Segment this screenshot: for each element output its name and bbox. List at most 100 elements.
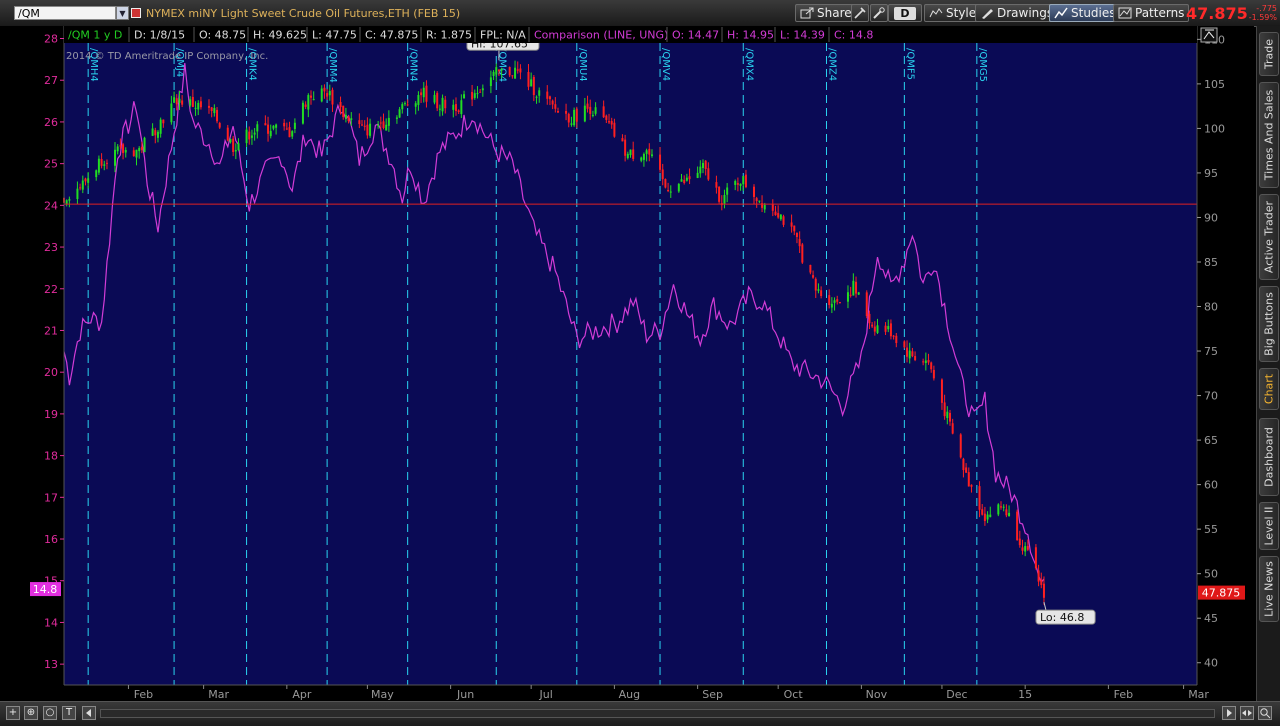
net-change: -.775 (1256, 4, 1277, 13)
candle-body (911, 351, 914, 357)
expiration-label: /QMN4 (408, 48, 419, 82)
studies-button[interactable]: Studies (1049, 4, 1121, 22)
patterns-label: Patterns (1135, 6, 1185, 20)
right-tick-label: 40 (1204, 657, 1218, 670)
tab-dashboard[interactable]: Dashboard (1259, 418, 1279, 496)
info-open: O: 48.75 (199, 29, 246, 42)
candle-body (849, 294, 852, 296)
tab-active-trader[interactable]: Active Trader (1259, 194, 1279, 280)
candle-body (395, 117, 398, 119)
candle-body (406, 104, 409, 106)
time-scrollbar[interactable] (100, 709, 1215, 718)
left-tick-label: 13 (44, 658, 58, 671)
right-tick-label: 80 (1204, 301, 1218, 314)
aggregation-button[interactable]: D (888, 4, 922, 22)
candle-body (983, 513, 986, 522)
bottom-search-button[interactable] (1258, 706, 1272, 720)
style-button[interactable]: Style (924, 4, 982, 22)
drawings-button[interactable]: Drawings (975, 4, 1059, 22)
tab-times-and-sales[interactable]: Times And Sales (1259, 82, 1279, 188)
candle-body (943, 402, 946, 417)
candle-body (742, 176, 745, 185)
candle-body (777, 213, 780, 218)
left-tick-label: 16 (44, 533, 58, 546)
patterns-button[interactable]: Patterns (1113, 4, 1190, 22)
chart-settings-button[interactable] (1200, 27, 1218, 43)
symbol-menu-icon[interactable] (131, 8, 141, 18)
tab-chart[interactable]: Chart (1259, 368, 1279, 410)
candle-body (87, 178, 90, 183)
left-tick-label: 24 (44, 199, 58, 212)
candle-body (304, 104, 307, 107)
candle-body (594, 107, 597, 114)
left-tick-label: 26 (44, 116, 58, 129)
candle-body (707, 168, 710, 180)
candle-body (124, 150, 127, 153)
candle-body (272, 125, 275, 129)
info-symbol-period: /QM 1 y D (68, 29, 122, 42)
zoom-in-button[interactable]: ⊕ (24, 706, 38, 720)
share-button[interactable]: Share (795, 4, 857, 22)
candle-body (763, 204, 766, 210)
candle-body (573, 109, 576, 126)
symbol-dropdown-icon[interactable]: ▼ (116, 6, 129, 20)
symbol-input[interactable]: /QM (14, 6, 116, 20)
scroll-left-button[interactable] (82, 706, 96, 720)
chart-area[interactable]: /QMH4/QMJ4/QMK4/QMM4/QMN4/QMQ4/QMU4/QMV4… (0, 26, 1254, 701)
candle-body (387, 117, 390, 126)
expiration-label: /QMU4 (577, 48, 588, 82)
info-cmp-high: H: 14.95 (727, 29, 774, 42)
tab-level-ii[interactable]: Level II (1259, 502, 1279, 550)
expiration-label: /QMX4 (743, 48, 754, 81)
crosshair-tool-button[interactable] (851, 4, 869, 22)
candle-body (103, 164, 106, 166)
pan-button[interactable]: + (6, 706, 20, 720)
candle-body (645, 150, 648, 154)
left-tick-label: 17 (44, 491, 58, 504)
candle-body (173, 97, 176, 103)
info-comparison[interactable]: Comparison (LINE, UNG) (534, 29, 668, 42)
chevron-right-icon (1227, 709, 1232, 717)
candle-body (473, 93, 476, 98)
expand-right-button[interactable] (1240, 706, 1254, 720)
right-tick-label: 105 (1204, 78, 1225, 91)
candle-body (589, 106, 592, 114)
candle-body (798, 239, 801, 247)
candle-body (530, 79, 533, 87)
candle-body (650, 154, 653, 156)
x-tick-label: Apr (292, 688, 312, 701)
candle-body (857, 292, 860, 295)
candle-body (122, 144, 125, 153)
tab-live-news-label: Live News (1262, 561, 1276, 617)
tab-trade[interactable]: Trade (1259, 32, 1279, 76)
tab-live-news[interactable]: Live News (1259, 556, 1279, 622)
right-tick-label: 45 (1204, 612, 1218, 625)
candle-body (444, 99, 447, 109)
candle-body (565, 110, 568, 114)
side-tabs: Trade Times And Sales Active Trader Big … (1256, 26, 1280, 701)
studies-label: Studies (1071, 6, 1116, 20)
candle-body (326, 93, 329, 97)
x-tick-label: Jun (456, 688, 474, 701)
candle-body (489, 77, 492, 87)
candle-body (924, 360, 927, 364)
settings-tool-button[interactable] (870, 4, 888, 22)
candle-body (538, 90, 541, 96)
candle-body (516, 69, 519, 71)
tab-active-trader-label: Active Trader (1262, 200, 1276, 274)
candle-body (414, 103, 417, 107)
candle-body (997, 504, 1000, 515)
candle-body (667, 189, 670, 192)
candle-body (264, 123, 267, 126)
tab-big-buttons[interactable]: Big Buttons (1259, 286, 1279, 362)
candle-body (84, 178, 87, 182)
zoom-out-button[interactable]: ○ (43, 706, 57, 720)
price-change: -.775 -1.59% (1243, 4, 1277, 22)
price-chart[interactable]: /QMH4/QMJ4/QMK4/QMM4/QMN4/QMQ4/QMU4/QMV4… (0, 26, 1254, 701)
expiration-label: /QMV4 (660, 48, 671, 81)
scroll-right-button[interactable] (1222, 706, 1236, 720)
candle-body (583, 105, 586, 122)
tab-chart-label: Chart (1262, 373, 1276, 405)
candle-body (659, 154, 662, 170)
text-tool-button[interactable]: T (62, 706, 76, 720)
